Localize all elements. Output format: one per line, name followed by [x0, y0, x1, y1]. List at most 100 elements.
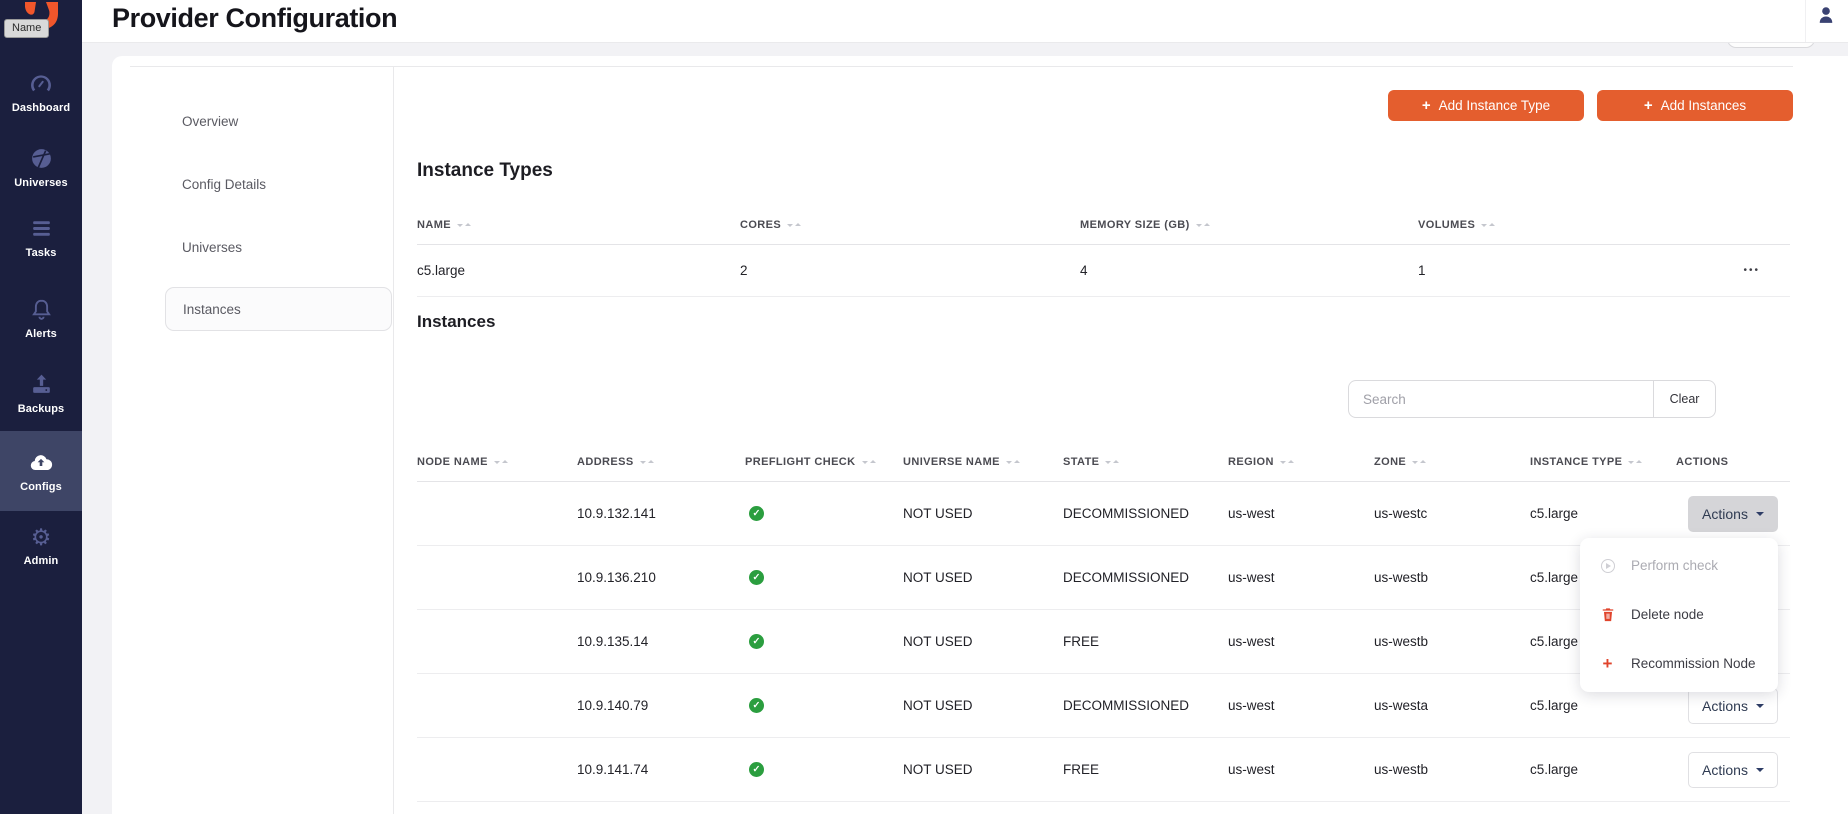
cell-region: us-west	[1228, 634, 1374, 649]
menu-item-delete-node[interactable]: Delete node	[1580, 590, 1778, 639]
cell-region: us-west	[1228, 570, 1374, 585]
preflight-check-passed-icon	[749, 762, 764, 777]
subnav-item-config-details[interactable]: Config Details	[165, 162, 392, 206]
plus-icon: +	[1644, 97, 1653, 114]
cell-region: us-west	[1228, 762, 1374, 777]
subnav-item-instances[interactable]: Instances	[165, 287, 392, 331]
instance-row: 10.9.132.141 NOT USED DECOMMISSIONED us-…	[417, 482, 1790, 546]
column-header-volumes[interactable]: VOLUMES	[1418, 219, 1675, 231]
cell-zone: us-westb	[1374, 762, 1530, 777]
column-header-zone[interactable]: ZONE	[1374, 444, 1530, 468]
sort-icons	[1105, 457, 1119, 467]
sidebar-item-configs[interactable]: Configs	[0, 431, 82, 511]
play-circle-icon	[1599, 559, 1616, 573]
cell-universe-name: NOT USED	[903, 762, 1063, 777]
provider-configuration-screen: Provider Configuration Name Dashboard	[0, 0, 1848, 814]
trash-icon	[1599, 607, 1616, 622]
user-profile-button[interactable]	[1812, 3, 1840, 31]
subnav-label: Instances	[183, 302, 241, 317]
cell-name: c5.large	[417, 263, 740, 278]
clear-button[interactable]: Clear	[1654, 380, 1716, 418]
sort-icons	[1280, 457, 1294, 467]
preflight-check-passed-icon	[749, 634, 764, 649]
plus-icon: +	[1599, 655, 1616, 672]
cell-zone: us-westc	[1374, 506, 1530, 521]
column-header-universe-name[interactable]: UNIVERSE NAME	[903, 444, 1063, 468]
globe-icon	[28, 146, 54, 172]
cell-address: 10.9.135.14	[577, 634, 745, 649]
gauge-icon	[28, 71, 54, 97]
gear-icon: ⚙	[28, 524, 54, 550]
sort-icons	[1006, 457, 1020, 467]
add-instance-type-button[interactable]: + Add Instance Type	[1388, 90, 1584, 121]
instances-heading: Instances	[417, 312, 495, 332]
instances-search: Clear	[1348, 380, 1716, 418]
subnav-item-overview[interactable]: Overview	[165, 99, 392, 143]
sidebar-item-tasks[interactable]: Tasks	[0, 198, 82, 276]
sort-icons	[862, 457, 876, 467]
cell-region: us-west	[1228, 698, 1374, 713]
sort-icons	[1412, 457, 1426, 467]
sidebar-item-label: Backups	[18, 403, 65, 415]
row-menu-icon[interactable]: •••	[1743, 265, 1790, 276]
cell-address: 10.9.132.141	[577, 506, 745, 521]
instance-types-header-row: NAME CORES MEMORY SIZE (GB) VOLUMES	[417, 205, 1790, 245]
cell-instance-type: c5.large	[1530, 506, 1676, 521]
sidebar-item-label: Configs	[20, 481, 62, 493]
instance-type-row: c5.large 2 4 1 •••	[417, 245, 1790, 297]
preflight-check-passed-icon	[749, 570, 764, 585]
column-header-state[interactable]: STATE	[1063, 444, 1228, 468]
logo-tooltip: Name	[4, 19, 49, 38]
sidebar-item-universes[interactable]: Universes	[0, 128, 82, 206]
cell-region: us-west	[1228, 506, 1374, 521]
sort-icons	[1628, 457, 1642, 467]
cloud-upload-icon	[28, 450, 54, 476]
cell-instance-type: c5.large	[1530, 698, 1676, 713]
sort-icons	[1481, 220, 1495, 230]
cell-cores: 2	[740, 263, 1080, 278]
search-input[interactable]	[1348, 380, 1654, 418]
top-header: Provider Configuration	[82, 0, 1848, 43]
column-header-instance-type[interactable]: INSTANCE TYPE	[1530, 444, 1676, 468]
cell-state: DECOMMISSIONED	[1063, 570, 1228, 585]
actions-dropdown-button[interactable]: Actions	[1688, 688, 1778, 724]
list-icon	[28, 216, 54, 242]
column-header-name[interactable]: NAME	[417, 219, 740, 231]
instance-types-heading: Instance Types	[417, 160, 553, 182]
column-header-node-name[interactable]: NODE NAME	[417, 444, 577, 468]
preflight-check-passed-icon	[749, 698, 764, 713]
actions-dropdown-button[interactable]: Actions	[1688, 496, 1778, 532]
sidebar-item-label: Tasks	[26, 247, 57, 259]
sidebar-item-label: Universes	[14, 177, 68, 189]
upload-tray-icon	[28, 372, 54, 398]
actions-dropdown-button[interactable]: Actions	[1688, 752, 1778, 788]
subnav-item-universes[interactable]: Universes	[165, 225, 392, 269]
panel-border	[130, 66, 1793, 67]
sidebar-item-backups[interactable]: Backups	[0, 354, 82, 432]
menu-item-recommission-node[interactable]: + Recommission Node	[1580, 639, 1778, 688]
plus-icon: +	[1422, 97, 1431, 114]
cell-universe-name: NOT USED	[903, 570, 1063, 585]
column-header-address[interactable]: ADDRESS	[577, 444, 745, 468]
add-instances-button[interactable]: + Add Instances	[1597, 90, 1793, 121]
cell-volumes: 1	[1418, 263, 1675, 278]
menu-item-perform-check: Perform check	[1580, 541, 1778, 590]
cell-memory: 4	[1080, 263, 1418, 278]
panel-divider	[393, 66, 394, 814]
column-header-actions: ACTIONS	[1676, 444, 1790, 468]
subnav-label: Universes	[182, 240, 242, 255]
cell-universe-name: NOT USED	[903, 698, 1063, 713]
cell-universe-name: NOT USED	[903, 634, 1063, 649]
instance-types-table: NAME CORES MEMORY SIZE (GB) VOLUMES c5.l…	[417, 205, 1790, 297]
cell-state: FREE	[1063, 762, 1228, 777]
column-header-region[interactable]: REGION	[1228, 444, 1374, 468]
column-header-cores[interactable]: CORES	[740, 219, 1080, 231]
subnav-label: Config Details	[182, 177, 266, 192]
column-header-preflight[interactable]: PREFLIGHT CHECK	[745, 444, 903, 468]
sidebar-item-dashboard[interactable]: Dashboard	[0, 53, 82, 131]
cell-state: DECOMMISSIONED	[1063, 698, 1228, 713]
button-label: Add Instance Type	[1439, 98, 1551, 113]
column-header-memory[interactable]: MEMORY SIZE (GB)	[1080, 219, 1418, 231]
sidebar-item-alerts[interactable]: Alerts	[0, 279, 82, 357]
sidebar-item-admin[interactable]: ⚙ Admin	[0, 506, 82, 584]
